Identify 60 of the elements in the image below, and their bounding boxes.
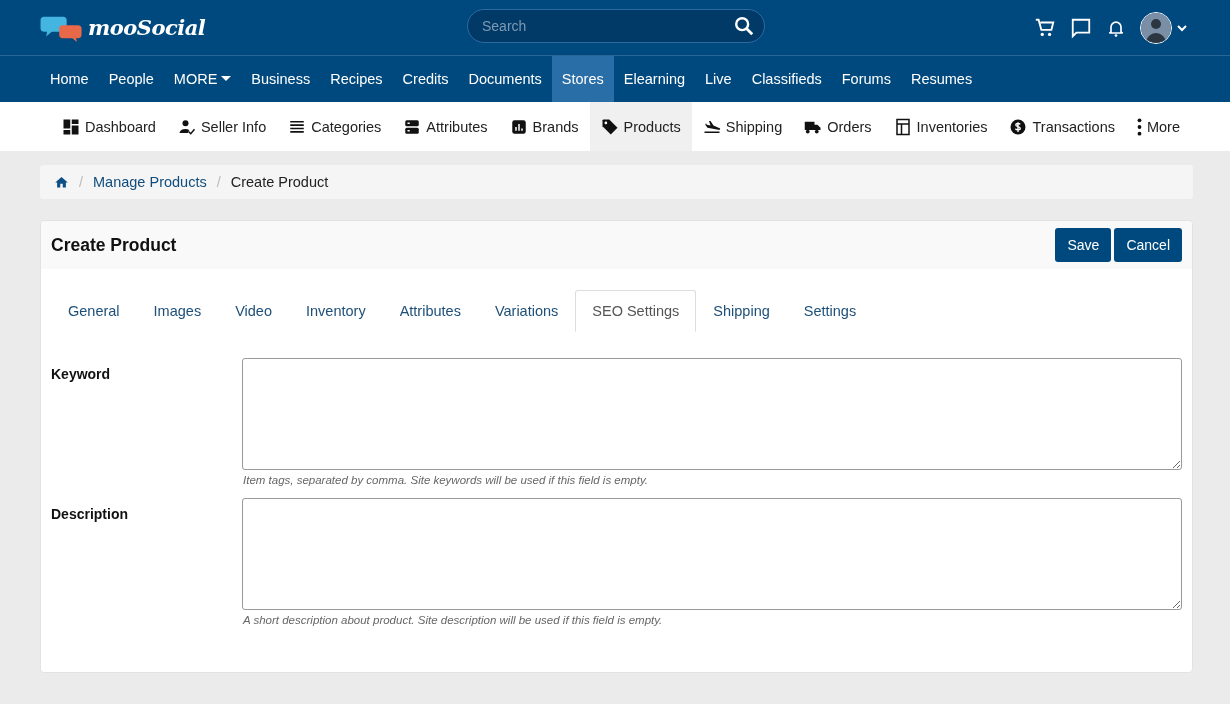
cancel-button[interactable]: Cancel [1114,228,1182,262]
tab[interactable]: Attributes [382,290,478,332]
save-button[interactable]: Save [1055,228,1112,262]
nav-link[interactable]: Elearning [613,56,696,102]
nav-link[interactable]: Documents [458,56,552,102]
nav-link[interactable]: MORE [163,56,242,102]
nav-link[interactable]: Stores [551,56,614,102]
field-label: Keyword [51,365,112,384]
breadcrumb-link[interactable]: Manage Products [93,174,207,190]
nav-link[interactable]: Business [241,56,321,102]
tab[interactable]: SEO Settings [575,290,697,332]
nav-link[interactable]: People [98,56,164,102]
logo-text[interactable]: mooSocial [88,15,206,40]
tab[interactable]: Shipping [696,290,787,332]
nav-link[interactable]: Recipes [320,56,393,102]
more-vertical-icon [1136,117,1142,136]
breadcrumb-current: Create Product [230,174,329,190]
store-nav-link[interactable]: Categories [277,102,393,151]
person-check-icon [177,117,196,136]
nav-link[interactable]: Credits [392,56,459,102]
breadcrumb-separator: / [79,174,84,190]
store-nav-link[interactable]: Inventories [882,102,999,151]
tag-icon [600,117,619,136]
caret-down-icon [221,76,232,82]
grid-icon [62,117,80,136]
store-nav-link[interactable]: Orders [793,102,883,151]
nav-link[interactable]: Home [40,56,99,102]
store-nav-link[interactable]: Dashboard [51,102,167,151]
home-icon[interactable] [54,174,69,190]
nav-link[interactable]: Forums [831,56,901,102]
store-nav-link[interactable]: Shipping [691,102,794,151]
store-nav-link[interactable]: Brands [498,102,590,151]
tab[interactable]: Inventory [289,290,383,332]
bar-chart-icon [509,117,528,136]
storage-icon [403,117,422,136]
store-nav-link[interactable]: Transactions [998,102,1126,151]
help-text: A short description about product. Site description will be used if this field is empty. [243,614,664,626]
chat-icon[interactable] [1070,16,1092,39]
tab[interactable]: Images [136,290,219,332]
field-label: Description [51,505,129,524]
card-title: Create Product [51,234,178,256]
tab[interactable]: General [51,290,137,332]
help-text: Item tags, separated by comma. Site keywords will be used if this field is empty. [243,474,649,486]
store-nav-link[interactable]: Products [589,102,692,151]
breadcrumb-separator: / [216,174,221,190]
dollar-circle-icon [1009,117,1028,136]
cart-icon[interactable] [1034,16,1056,39]
store-nav-link[interactable]: Attributes [392,102,499,151]
store-nav-link[interactable]: Seller Info [166,102,278,151]
store-nav-link[interactable]: More [1125,102,1191,151]
tab[interactable]: Video [218,290,289,332]
nav-link[interactable]: Live [695,56,742,102]
search-field[interactable]: Search [467,9,765,43]
avatar-icon[interactable] [1140,11,1172,44]
tab[interactable]: Variations [477,290,576,332]
tab[interactable]: Settings [786,290,874,332]
search-icon[interactable] [733,15,755,37]
nav-link[interactable]: Classifieds [741,56,832,102]
nav-link[interactable]: Resumes [900,56,983,102]
inventory-icon [893,117,912,136]
